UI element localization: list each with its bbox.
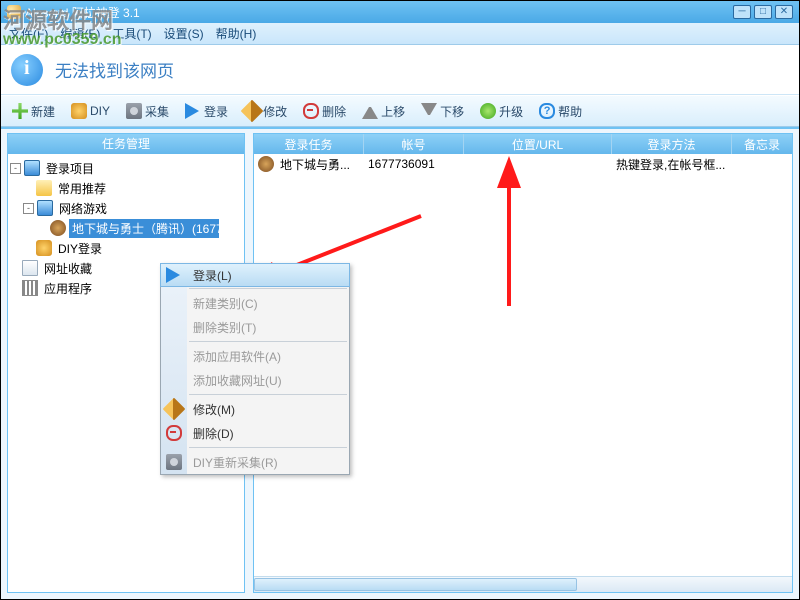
delete-icon [166,425,182,441]
ctx-delete[interactable]: 删除(D) [161,421,349,445]
column-headers: 登录任务 帐号 位置/URL 登录方法 备忘录 [254,134,792,154]
ctx-add-app: 添加应用软件(A) [161,344,349,368]
left-pane-header: 任务管理 [8,134,244,154]
scrollbar-thumb[interactable] [254,578,577,591]
info-banner: 无法找到该网页 [1,45,799,95]
col-account[interactable]: 帐号 [364,134,464,154]
project-icon [24,160,40,176]
tb-new[interactable]: 新建 [5,99,62,124]
menubar: 文件(F) 编辑(E) 工具(T) 设置(S) 帮助(H) [1,23,799,45]
tree-diy[interactable]: DIY登录 [10,238,242,258]
tb-modify[interactable]: 修改 [237,99,294,124]
menu-help[interactable]: 帮助(H) [210,23,263,44]
game-icon [258,156,274,172]
play-icon [185,103,201,119]
minimize-button[interactable]: ─ [733,5,751,19]
play-icon [166,267,182,283]
diy-icon [71,103,87,119]
camera-icon [126,103,142,119]
delete-icon [303,103,319,119]
game-icon [50,220,66,236]
tb-down[interactable]: 下移 [414,99,471,124]
add-icon [12,103,28,119]
tb-collect[interactable]: 采集 [119,99,176,124]
ctx-login[interactable]: 登录(L) [160,263,350,287]
horizontal-scrollbar[interactable] [254,576,792,592]
tb-up[interactable]: 上移 [355,99,412,124]
tree-root[interactable]: - 登录项目 [10,158,242,178]
apps-icon [22,280,38,296]
camera-icon [166,454,182,470]
tree-recommend[interactable]: 常用推荐 [10,178,242,198]
ctx-new-category: 新建类别(C) [161,291,349,315]
tb-diy[interactable]: DIY [64,99,117,123]
app-icon [7,5,21,19]
maximize-button[interactable]: □ [754,5,772,19]
info-text: 无法找到该网页 [55,57,174,82]
folder-icon [36,180,52,196]
menu-file[interactable]: 文件(F) [3,23,54,44]
separator [189,341,347,342]
menu-edit[interactable]: 编辑(E) [54,23,106,44]
info-icon [11,54,43,86]
pencil-icon [163,398,186,421]
ctx-delete-category: 删除类别(T) [161,315,349,339]
upgrade-icon [480,103,496,119]
monitor-icon [37,200,53,216]
menu-tools[interactable]: 工具(T) [106,23,157,44]
page-icon [22,260,38,276]
context-menu: 登录(L) 新建类别(C) 删除类别(T) 添加应用软件(A) 添加收藏网址(U… [160,263,350,475]
collapse-icon[interactable]: - [10,163,21,174]
separator [189,447,347,448]
pencil-icon [241,100,264,123]
arrow-up-icon [362,103,378,119]
close-button[interactable]: ✕ [775,5,793,19]
col-method[interactable]: 登录方法 [612,134,732,154]
collapse-icon[interactable]: - [23,203,34,214]
ctx-add-fav: 添加收藏网址(U) [161,368,349,392]
col-task[interactable]: 登录任务 [254,134,364,154]
window-title: Alasend 阿拉神登 3.1 [25,4,140,21]
tree-selected-game[interactable]: 地下城与勇士（腾讯）(16777 [10,218,242,238]
col-url[interactable]: 位置/URL [464,134,612,154]
separator [189,394,347,395]
diy-icon [36,240,52,256]
annotation-arrow-right [481,166,541,319]
separator [189,288,347,289]
tb-delete[interactable]: 删除 [296,99,353,124]
tb-help[interactable]: ?帮助 [532,99,589,124]
col-memo[interactable]: 备忘录 [732,134,792,154]
workarea: 任务管理 - 登录项目 常用推荐 - 网络游戏 [1,127,799,599]
help-icon: ? [539,103,555,119]
titlebar: Alasend 阿拉神登 3.1 ─ □ ✕ [1,1,799,23]
tb-login[interactable]: 登录 [178,99,235,124]
ctx-modify[interactable]: 修改(M) [161,397,349,421]
menu-settings[interactable]: 设置(S) [158,23,210,44]
tree-netgame[interactable]: - 网络游戏 [10,198,242,218]
ctx-diy-recollect: DIY重新采集(R) [161,450,349,474]
toolbar: 新建 DIY 采集 登录 修改 删除 上移 下移 升级 ?帮助 [1,95,799,127]
tb-upgrade[interactable]: 升级 [473,99,530,124]
arrow-down-icon [421,103,437,119]
